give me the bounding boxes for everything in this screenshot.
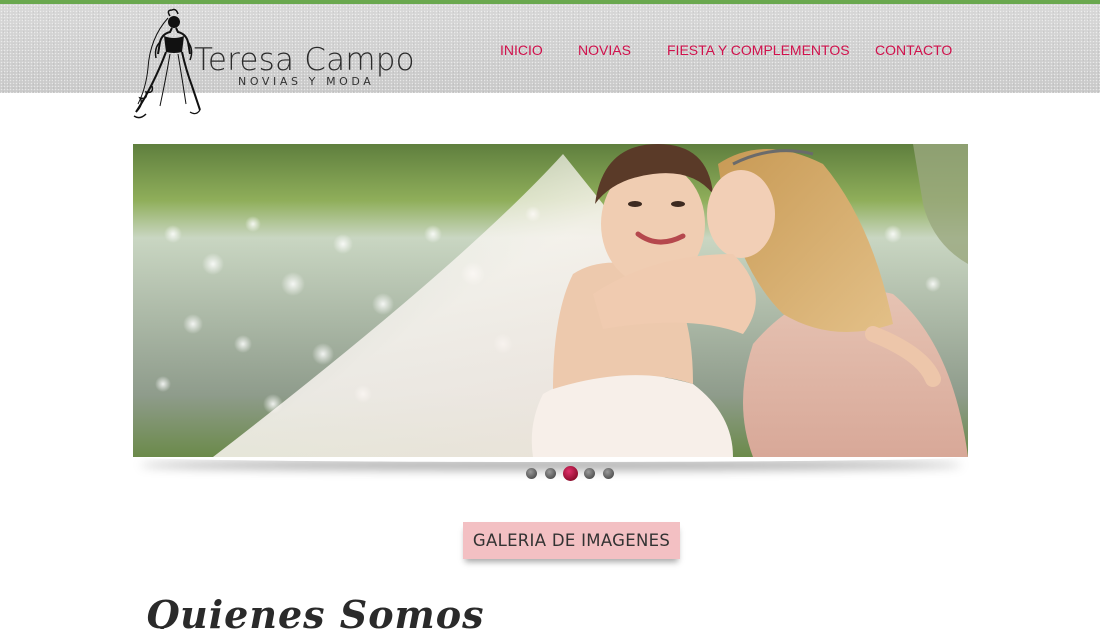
gallery-button[interactable]: GALERIA DE IMAGENES (463, 522, 680, 559)
hero-slider[interactable] (133, 144, 968, 457)
hero-slide-image (133, 144, 968, 457)
nav-item-fiesta-y-complementos[interactable]: FIESTA Y COMPLEMENTOS (667, 42, 850, 58)
slider-dot-2[interactable] (545, 468, 556, 479)
slider-pagination (526, 466, 626, 482)
slider-dot-4[interactable] (584, 468, 595, 479)
nav-item-contacto[interactable]: CONTACTO (875, 42, 952, 58)
page: Teresa Campo NOVIAS Y MODA INICIO NOVIAS… (0, 0, 1100, 629)
slider-dot-1[interactable] (526, 468, 537, 479)
section-title-quienes-somos: Quienes Somos (146, 592, 485, 629)
nav-item-novias[interactable]: NOVIAS (578, 42, 631, 58)
site-logo[interactable]: Teresa Campo NOVIAS Y MODA (130, 8, 420, 120)
brand-tagline: NOVIAS Y MODA (238, 75, 375, 88)
brand-name: Teresa Campo (194, 42, 415, 78)
slider-dot-3-active[interactable] (563, 466, 578, 481)
nav-item-inicio[interactable]: INICIO (500, 42, 543, 58)
slider-dot-5[interactable] (603, 468, 614, 479)
